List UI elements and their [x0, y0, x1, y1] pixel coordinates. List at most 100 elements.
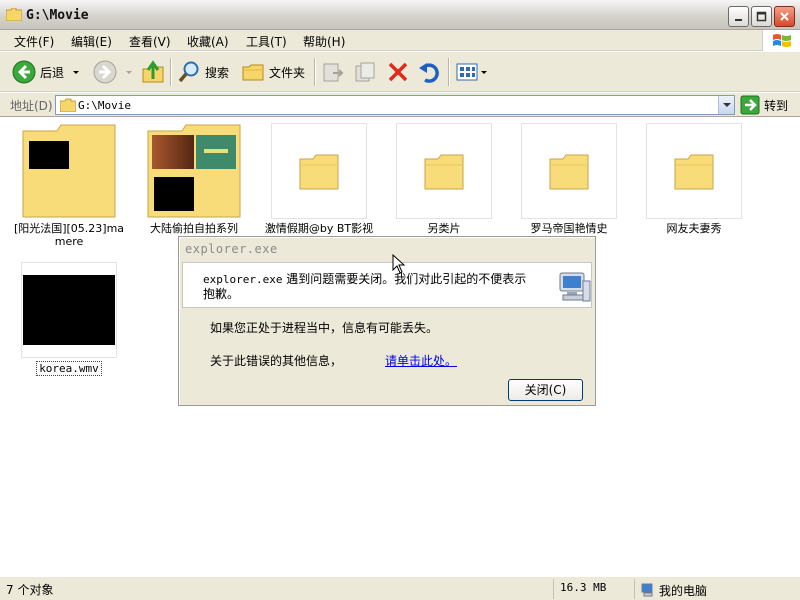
folder-item[interactable]: 激情假期@by BT影视天: [260, 123, 378, 248]
toolbar: 后退 搜索 文件夹: [0, 52, 800, 92]
folder-icon: [549, 154, 589, 190]
dialog-message-exe: explorer.exe: [203, 273, 283, 286]
item-name: korea.wmv: [36, 361, 102, 376]
back-arrow-icon: [12, 60, 36, 84]
up-folder-icon: [142, 60, 164, 83]
move-to-button[interactable]: [321, 58, 345, 86]
folder-icon: [60, 98, 76, 112]
delete-x-icon: [388, 62, 408, 82]
address-bar: 地址(D) G:\Movie 转到: [0, 93, 800, 117]
folder-thumbnail: [146, 123, 242, 219]
folder-item[interactable]: 大陆偷拍自拍系列: [135, 123, 253, 235]
my-computer-icon: [641, 583, 653, 597]
up-folder-button[interactable]: [141, 58, 165, 86]
error-dialog: explorer.exe explorer.exe 遇到问题需要关闭。我们对此引…: [178, 236, 596, 406]
title-bar: G:\Movie: [0, 0, 800, 30]
menu-view[interactable]: 查看(V): [129, 33, 171, 50]
status-object-count: 7 个对象: [6, 583, 54, 597]
folder-icon: [6, 8, 22, 21]
folders-button[interactable]: 文件夹: [241, 58, 305, 86]
chevron-down-icon[interactable]: [70, 67, 82, 77]
item-name: [阳光法国][05.23]mamere: [13, 222, 125, 248]
status-location-label: 我的电脑: [659, 583, 708, 598]
dialog-close-button[interactable]: 关闭(C): [508, 379, 583, 401]
item-name: 大陆偷拍自拍系列: [150, 222, 238, 235]
folder-thumbnail: [396, 123, 492, 219]
dialog-more-info-label: 关于此错误的其他信息，: [210, 354, 343, 368]
delete-button[interactable]: [386, 58, 410, 86]
folder-icon: [674, 154, 714, 190]
views-button[interactable]: [455, 58, 489, 86]
folder-item[interactable]: 罗马帝国艳情史: [510, 123, 628, 235]
folder-thumbnail: [21, 123, 117, 219]
status-bar: 7 个对象 16.3 MB 我的电脑: [0, 576, 800, 600]
folder-icon: [242, 64, 264, 81]
computer-icon: [559, 272, 591, 302]
folder-thumbnail: [646, 123, 742, 219]
folder-icon: [147, 124, 241, 218]
item-name: 另类片: [427, 222, 461, 235]
menu-favorites[interactable]: 收藏(A): [187, 33, 229, 50]
forward-arrow-icon: [93, 60, 117, 84]
search-icon: [178, 61, 199, 83]
folder-item[interactable]: 另类片: [385, 123, 503, 235]
folder-icon: [424, 154, 464, 190]
folder-icon: [22, 124, 116, 218]
dialog-info-line: 如果您正处于进程当中，信息有可能丢失。: [210, 321, 439, 335]
maximize-icon: [756, 11, 767, 22]
minimize-icon: [735, 19, 742, 21]
menu-bar: 文件(F) 编辑(E) 查看(V) 收藏(A) 工具(T) 帮助(H): [0, 30, 800, 51]
dialog-header-panel: explorer.exe 遇到问题需要关闭。我们对此引起的不便表示抱歉。: [182, 262, 592, 308]
dialog-title: explorer.exe: [185, 242, 278, 256]
item-name: 罗马帝国艳情史: [530, 222, 608, 235]
folder-thumbnail: [521, 123, 617, 219]
item-name-wrap: korea.wmv: [10, 361, 128, 376]
toolbar-separator: [448, 58, 450, 86]
folder-thumbnail: [271, 123, 367, 219]
menu-tools[interactable]: 工具(T): [246, 33, 287, 50]
mouse-cursor-icon: [392, 254, 406, 274]
undo-icon: [419, 63, 439, 83]
window-title: G:\Movie: [26, 8, 89, 23]
search-label: 搜索: [205, 65, 230, 80]
address-dropdown-button[interactable]: [718, 96, 734, 114]
copy-to-folder-icon: [355, 62, 375, 82]
undo-button[interactable]: [417, 58, 441, 86]
go-button[interactable]: 转到: [740, 95, 788, 115]
folder-item[interactable]: [阳光法国][05.23]mamere: [10, 123, 128, 248]
toolbar-separator: [170, 58, 172, 86]
back-button[interactable]: 后退: [12, 58, 82, 86]
minimize-button[interactable]: [728, 6, 749, 27]
menu-file[interactable]: 文件(F): [14, 33, 54, 50]
close-icon: [780, 12, 789, 21]
dialog-more-info-link[interactable]: 请单击此处。: [385, 352, 457, 369]
toolbar-separator: [314, 58, 316, 86]
folders-label: 文件夹: [269, 65, 306, 80]
go-label: 转到: [764, 98, 789, 113]
maximize-button[interactable]: [751, 6, 772, 27]
address-value: G:\Movie: [78, 99, 131, 112]
folder-icon: [299, 154, 339, 190]
video-file-item[interactable]: korea.wmv: [10, 262, 128, 376]
status-size: 16.3 MB: [553, 579, 633, 599]
views-icon: [456, 63, 478, 81]
folder-item[interactable]: 网友夫妻秀: [635, 123, 753, 235]
chevron-down-icon[interactable]: [123, 67, 135, 77]
chevron-down-icon: [722, 103, 731, 107]
move-to-folder-icon: [323, 63, 344, 82]
chevron-down-icon[interactable]: [479, 67, 489, 77]
go-arrow-icon: [740, 95, 760, 115]
back-label: 后退: [40, 65, 65, 80]
forward-button[interactable]: [93, 58, 135, 86]
menu-help[interactable]: 帮助(H): [303, 33, 345, 50]
close-button[interactable]: [774, 6, 795, 27]
status-location: 我的电脑: [634, 579, 800, 599]
menu-edit[interactable]: 编辑(E): [71, 33, 112, 50]
video-preview: [23, 275, 115, 345]
address-input[interactable]: G:\Movie: [55, 95, 735, 115]
copy-to-button[interactable]: [353, 58, 377, 86]
video-thumbnail: [21, 262, 117, 358]
windows-logo-icon: [762, 30, 800, 51]
address-label: 地址(D): [10, 99, 53, 113]
search-button[interactable]: 搜索: [177, 58, 229, 86]
